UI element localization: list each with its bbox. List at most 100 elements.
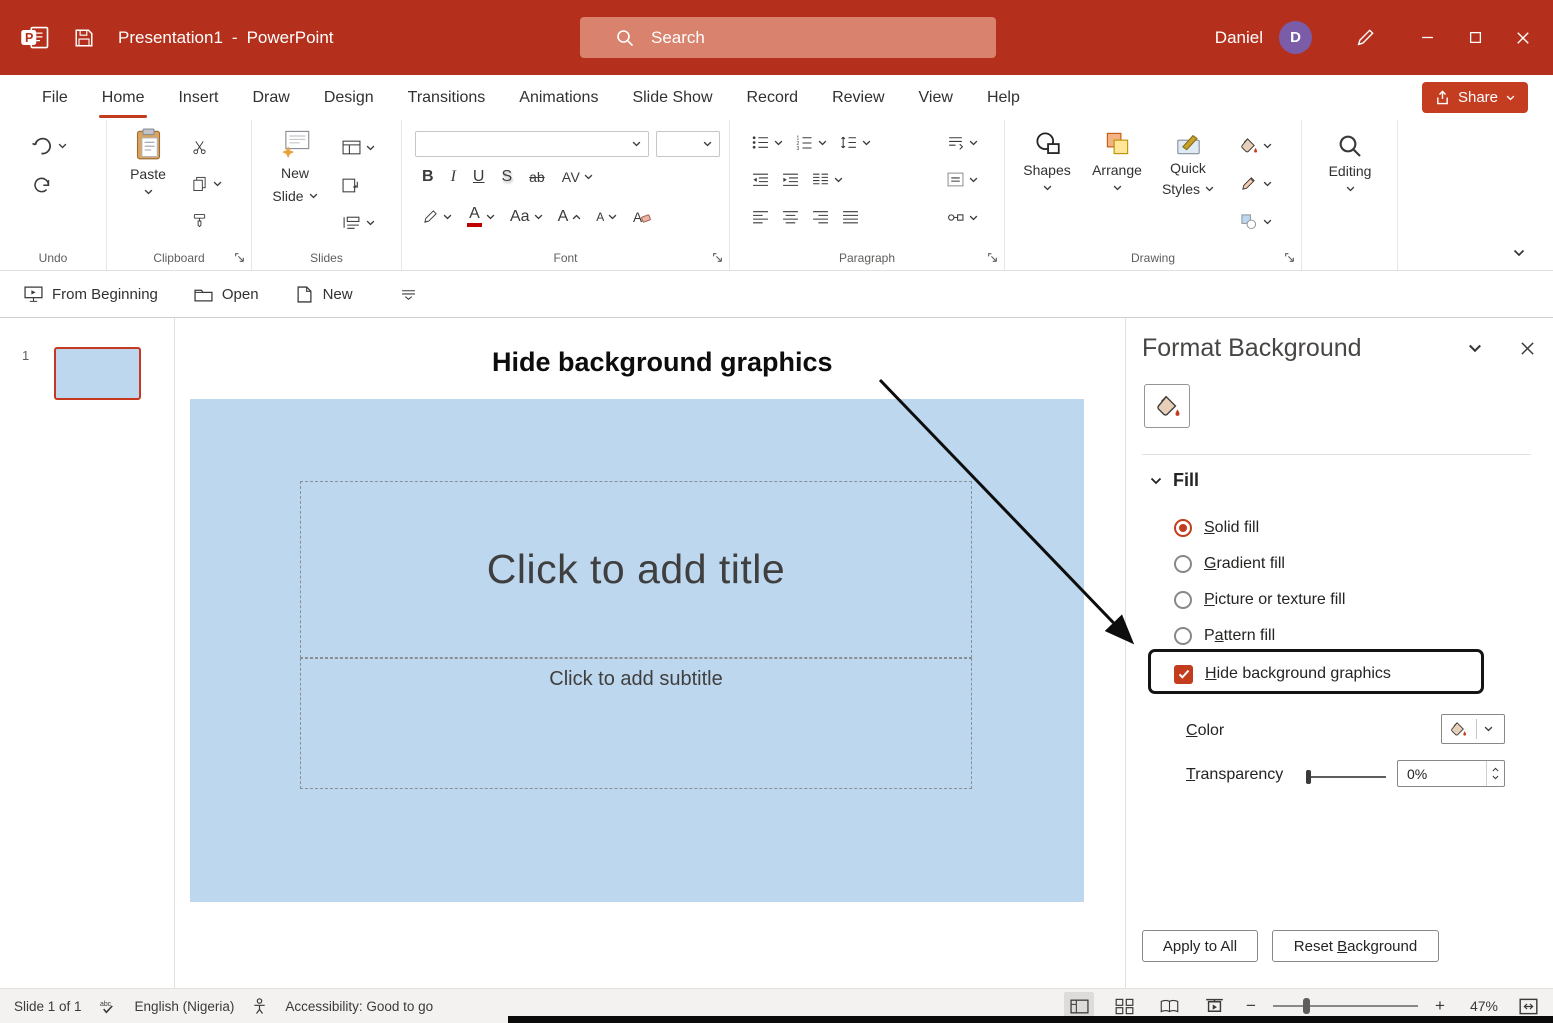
share-button[interactable]: Share	[1422, 82, 1528, 113]
minimize-button[interactable]	[1403, 0, 1451, 75]
solid-fill-radio[interactable]	[1174, 519, 1192, 537]
zoom-level[interactable]: 47%	[1462, 998, 1498, 1014]
font-dialog-launcher[interactable]	[712, 252, 723, 263]
solid-fill-option[interactable]: Solid fill	[1174, 516, 1259, 540]
slide-indicator[interactable]: Slide 1 of 1	[14, 999, 82, 1014]
text-shadow-button[interactable]: S	[501, 169, 512, 185]
zoom-in-button[interactable]: +	[1433, 996, 1447, 1016]
pattern-fill-option[interactable]: Pattern fill	[1174, 624, 1275, 648]
arrange-button[interactable]: Arrange	[1085, 130, 1149, 191]
quick-styles-button[interactable]: Quick Styles	[1155, 130, 1221, 198]
checkbox-checked[interactable]	[1174, 665, 1193, 684]
customize-toolbar-icon[interactable]	[401, 288, 416, 301]
redo-button[interactable]	[32, 176, 53, 195]
convert-smartart-button[interactable]	[947, 210, 978, 225]
picture-fill-radio[interactable]	[1174, 591, 1192, 609]
font-size-select[interactable]	[656, 131, 720, 157]
transparency-slider-handle[interactable]	[1306, 770, 1311, 784]
panel-close-icon[interactable]	[1520, 341, 1535, 356]
close-button[interactable]	[1499, 0, 1547, 75]
section-button[interactable]	[342, 214, 375, 231]
zoom-out-button[interactable]: −	[1244, 996, 1258, 1016]
numbering-button[interactable]	[796, 135, 827, 150]
editing-button[interactable]: Editing	[1317, 134, 1383, 192]
tab-file[interactable]: File	[25, 75, 85, 120]
columns-button[interactable]	[812, 172, 843, 187]
reset-background-button[interactable]: Reset Background	[1272, 930, 1439, 962]
drawing-dialog-launcher[interactable]	[1284, 252, 1295, 263]
new-button[interactable]: New	[295, 286, 353, 303]
subtitle-placeholder[interactable]: Click to add subtitle	[300, 658, 972, 789]
tab-help[interactable]: Help	[970, 75, 1037, 120]
bullets-button[interactable]	[752, 135, 783, 150]
increase-font-size-button[interactable]: A	[558, 209, 582, 225]
fill-tab-icon[interactable]	[1144, 384, 1190, 428]
gradient-fill-radio[interactable]	[1174, 555, 1192, 573]
user-name[interactable]: Daniel	[1215, 28, 1263, 48]
tab-animations[interactable]: Animations	[502, 75, 615, 120]
language-indicator[interactable]: English (Nigeria)	[135, 999, 235, 1014]
line-spacing-button[interactable]	[840, 135, 871, 150]
shape-effects-button[interactable]	[1239, 213, 1272, 230]
align-center-button[interactable]	[782, 210, 799, 225]
text-direction-button[interactable]	[947, 135, 978, 150]
underline-button[interactable]: U	[473, 169, 485, 185]
justify-button[interactable]	[842, 210, 859, 225]
decrease-indent-button[interactable]	[752, 172, 769, 187]
shape-fill-button[interactable]	[1239, 137, 1272, 154]
character-spacing-button[interactable]: AV	[562, 170, 594, 184]
tab-view[interactable]: View	[902, 75, 970, 120]
align-right-button[interactable]	[812, 210, 829, 225]
gradient-fill-option[interactable]: Gradient fill	[1174, 552, 1285, 576]
maximize-button[interactable]	[1451, 0, 1499, 75]
open-button[interactable]: Open	[194, 286, 259, 303]
font-color-button[interactable]: A	[467, 206, 495, 227]
align-left-button[interactable]	[752, 210, 769, 225]
slide-thumbnail[interactable]	[54, 347, 141, 400]
new-slide-button[interactable]: New Slide	[258, 128, 332, 205]
tab-draw[interactable]: Draw	[235, 75, 306, 120]
align-text-button[interactable]	[947, 172, 978, 187]
tab-review[interactable]: Review	[815, 75, 901, 120]
color-picker-button[interactable]	[1441, 714, 1505, 744]
tab-transitions[interactable]: Transitions	[391, 75, 503, 120]
from-beginning-button[interactable]: From Beginning	[24, 286, 158, 303]
slide-layout-button[interactable]	[342, 139, 375, 156]
panel-collapse-icon[interactable]	[1468, 344, 1482, 353]
paste-button[interactable]: Paste	[117, 128, 179, 195]
search-bar[interactable]: Search	[580, 17, 996, 58]
color-dropdown-icon[interactable]	[1484, 726, 1493, 732]
tab-home[interactable]: Home	[85, 75, 162, 120]
slide-canvas[interactable]: Click to add title Click to add subtitle	[190, 399, 1084, 902]
save-icon[interactable]	[74, 28, 94, 48]
spinner-up-icon[interactable]	[1492, 767, 1499, 772]
undo-button[interactable]	[30, 136, 67, 156]
tab-insert[interactable]: Insert	[161, 75, 235, 120]
shapes-button[interactable]: Shapes	[1015, 130, 1079, 191]
accessibility-status[interactable]: Accessibility: Good to go	[285, 999, 433, 1014]
pattern-fill-radio[interactable]	[1174, 627, 1192, 645]
increase-indent-button[interactable]	[782, 172, 799, 187]
tab-slide-show[interactable]: Slide Show	[615, 75, 729, 120]
collapse-ribbon-icon[interactable]	[1513, 249, 1525, 257]
font-name-select[interactable]	[415, 131, 649, 157]
cut-button[interactable]	[191, 140, 208, 155]
zoom-slider-handle[interactable]	[1303, 998, 1310, 1014]
copy-button[interactable]	[191, 176, 222, 191]
ink-pen-icon[interactable]	[1356, 28, 1375, 47]
strikethrough-button[interactable]: ab	[529, 170, 545, 184]
fill-section-header[interactable]: Fill	[1150, 470, 1199, 491]
tab-record[interactable]: Record	[730, 75, 816, 120]
transparency-spinner[interactable]	[1486, 761, 1504, 786]
tab-design[interactable]: Design	[307, 75, 391, 120]
shape-outline-button[interactable]	[1239, 175, 1272, 192]
accessibility-icon[interactable]	[252, 998, 267, 1014]
change-case-button[interactable]: Aa	[510, 209, 543, 225]
hide-background-checkbox[interactable]: Hide background graphics	[1174, 662, 1391, 686]
zoom-slider[interactable]	[1273, 1005, 1418, 1007]
spinner-down-icon[interactable]	[1492, 775, 1499, 780]
reset-slide-button[interactable]	[342, 177, 361, 194]
clear-formatting-button[interactable]	[632, 208, 651, 225]
format-painter-button[interactable]	[191, 213, 208, 228]
paragraph-dialog-launcher[interactable]	[987, 252, 998, 263]
